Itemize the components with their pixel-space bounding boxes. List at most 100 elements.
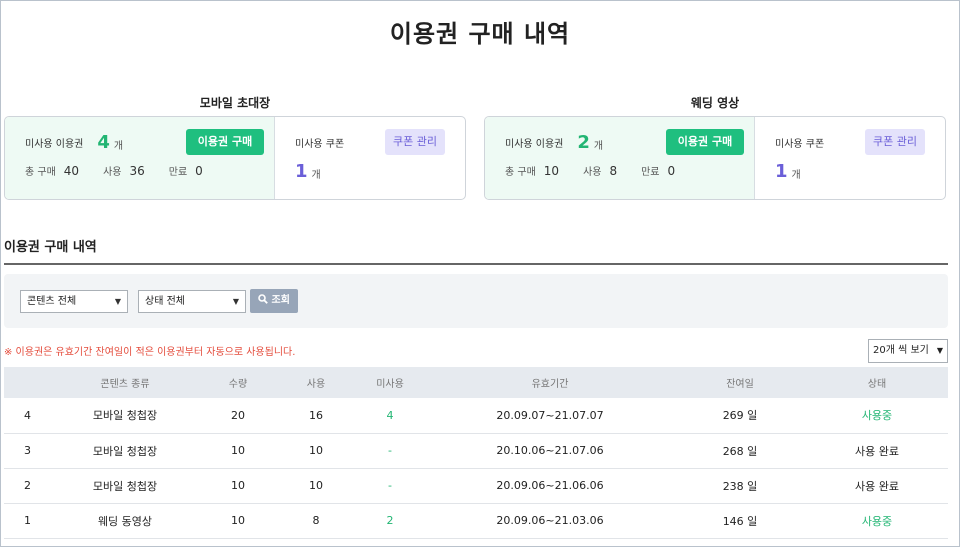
coupon-panel: 미사용 쿠폰 쿠폰 관리 1 개	[275, 117, 465, 199]
cell-content-type: 모바일 청첩장	[52, 433, 198, 469]
buy-ticket-button[interactable]: 이용권 구매	[666, 129, 744, 155]
unused-ticket-count: 2	[577, 131, 590, 153]
summary-card: 미사용 이용권 2 개 이용권 구매 총 구매 10 사용 8 만료 0 미사용…	[484, 116, 946, 200]
cell-content-type: 모바일 청첩장	[52, 398, 198, 434]
per-page-value: 20개 씩 보기	[873, 345, 929, 356]
buy-ticket-button[interactable]: 이용권 구매	[186, 129, 264, 155]
cell-remaining: 238 일	[674, 468, 806, 504]
auto-use-notice: ※ 이용권은 유효기간 잔여일이 적은 이용권부터 자동으로 사용됩니다.	[4, 347, 296, 358]
summary-card: 미사용 이용권 4 개 이용권 구매 총 구매 40 사용 36 만료 0 미사…	[4, 116, 466, 200]
summary-title: 모바일 초대장	[199, 96, 271, 110]
coupon-panel: 미사용 쿠폰 쿠폰 관리 1 개	[755, 117, 945, 199]
unused-ticket-label: 미사용 이용권	[25, 138, 84, 150]
total-label: 총 구매	[505, 167, 536, 178]
cell-remaining: 146 일	[674, 503, 806, 539]
unit-label: 개	[593, 140, 604, 152]
manage-coupon-button[interactable]: 쿠폰 관리	[865, 129, 925, 155]
header-no	[4, 367, 52, 398]
header-quantity: 수량	[198, 367, 278, 398]
cell-remaining: 269 일	[674, 398, 806, 434]
unused-coupon-label: 미사용 쿠폰	[775, 138, 825, 150]
cell-validity: 20.09.06~21.06.06	[426, 468, 674, 504]
cell-no: 1	[4, 503, 52, 539]
unit-label: 개	[791, 170, 801, 181]
cell-content-type: 모바일 청첩장	[52, 468, 198, 504]
chevron-down-icon: ▼	[114, 297, 121, 306]
cell-content-type: 웨딩 동영상	[52, 503, 198, 539]
cell-unused: 4	[354, 398, 426, 434]
total-count: 40	[63, 163, 80, 178]
cell-used: 16	[278, 398, 354, 434]
cell-unused: 2	[354, 503, 426, 539]
cell-unused: -	[354, 433, 426, 469]
cell-remaining: 268 일	[674, 433, 806, 469]
used-count: 8	[609, 163, 618, 178]
header-used: 사용	[278, 367, 354, 398]
expired-label: 만료	[641, 167, 660, 178]
cell-quantity: 10	[198, 433, 278, 469]
table-row: 1 웨딩 동영상 10 8 2 20.09.06~21.03.06 146 일 …	[4, 503, 948, 539]
table-row: 4 모바일 청첩장 20 16 4 20.09.07~21.07.07 269 …	[4, 398, 948, 434]
header-remaining: 잔여일	[674, 367, 806, 398]
unused-coupon-label: 미사용 쿠폰	[295, 138, 345, 150]
cell-no: 2	[4, 468, 52, 504]
unused-ticket-count: 4	[97, 131, 110, 153]
total-label: 총 구매	[25, 167, 56, 178]
cell-quantity: 10	[198, 468, 278, 504]
chevron-down-icon: ▼	[936, 346, 943, 355]
unused-coupon-count: 1	[775, 161, 788, 182]
cell-no: 3	[4, 433, 52, 469]
purchase-history-table: 콘텐츠 종류 수량 사용 미사용 유효기간 잔여일 상태 4 모바일 청첩장 2…	[4, 367, 948, 539]
header-validity: 유효기간	[426, 367, 674, 398]
cell-status: 사용 완료	[806, 433, 948, 469]
cell-unused: -	[354, 468, 426, 504]
cell-validity: 20.09.07~21.07.07	[426, 398, 674, 434]
content-type-select-value: 콘텐츠 전체	[27, 296, 77, 307]
search-button-label: 조회	[271, 295, 290, 306]
header-content-type: 콘텐츠 종류	[52, 367, 198, 398]
filter-bar: 콘텐츠 전체 ▼ 상태 전체 ▼ 조회	[4, 274, 948, 328]
ticket-panel: 미사용 이용권 2 개 이용권 구매 총 구매 10 사용 8 만료 0	[485, 117, 755, 199]
table-header-row: 콘텐츠 종류 수량 사용 미사용 유효기간 잔여일 상태	[4, 367, 948, 398]
status-select[interactable]: 상태 전체 ▼	[138, 290, 246, 313]
cell-used: 8	[278, 503, 354, 539]
cell-quantity: 10	[198, 503, 278, 539]
cell-status: 사용중	[806, 503, 948, 539]
status-select-value: 상태 전체	[145, 296, 185, 307]
used-count: 36	[129, 163, 145, 178]
header-unused: 미사용	[354, 367, 426, 398]
used-label: 사용	[583, 167, 602, 178]
unit-label: 개	[113, 140, 124, 152]
section-divider	[4, 263, 948, 265]
summary-title: 웨딩 영상	[690, 96, 740, 110]
unit-label: 개	[311, 170, 321, 181]
table-row: 3 모바일 청첩장 10 10 - 20.10.06~21.07.06 268 …	[4, 433, 948, 469]
expired-count: 0	[667, 163, 676, 178]
summary-mobile-invitation: 모바일 초대장 미사용 이용권 4 개 이용권 구매 총 구매 40 사용 36…	[4, 92, 466, 200]
cell-quantity: 20	[198, 398, 278, 434]
per-page-select[interactable]: 20개 씩 보기 ▼	[868, 339, 948, 363]
cell-status: 사용 완료	[806, 468, 948, 504]
ticket-panel: 미사용 이용권 4 개 이용권 구매 총 구매 40 사용 36 만료 0	[5, 117, 275, 199]
cell-no: 4	[4, 398, 52, 434]
content-type-select[interactable]: 콘텐츠 전체 ▼	[20, 290, 128, 313]
cell-validity: 20.09.06~21.03.06	[426, 503, 674, 539]
unused-coupon-count: 1	[295, 161, 308, 182]
cell-status: 사용중	[806, 398, 948, 434]
summary-wedding-video: 웨딩 영상 미사용 이용권 2 개 이용권 구매 총 구매 10 사용 8 만료…	[484, 92, 946, 200]
header-status: 상태	[806, 367, 948, 398]
manage-coupon-button[interactable]: 쿠폰 관리	[385, 129, 445, 155]
section-title: 이용권 구매 내역	[4, 240, 97, 255]
expired-count: 0	[195, 163, 203, 178]
used-label: 사용	[103, 167, 122, 178]
unused-ticket-label: 미사용 이용권	[505, 138, 564, 150]
expired-label: 만료	[168, 167, 188, 178]
cell-used: 10	[278, 468, 354, 504]
search-icon	[258, 294, 268, 304]
chevron-down-icon: ▼	[232, 297, 239, 306]
cell-validity: 20.10.06~21.07.06	[426, 433, 674, 469]
table-row: 2 모바일 청첩장 10 10 - 20.09.06~21.06.06 238 …	[4, 468, 948, 504]
search-button[interactable]: 조회	[250, 289, 298, 313]
total-count: 10	[543, 163, 560, 178]
cell-used: 10	[278, 433, 354, 469]
